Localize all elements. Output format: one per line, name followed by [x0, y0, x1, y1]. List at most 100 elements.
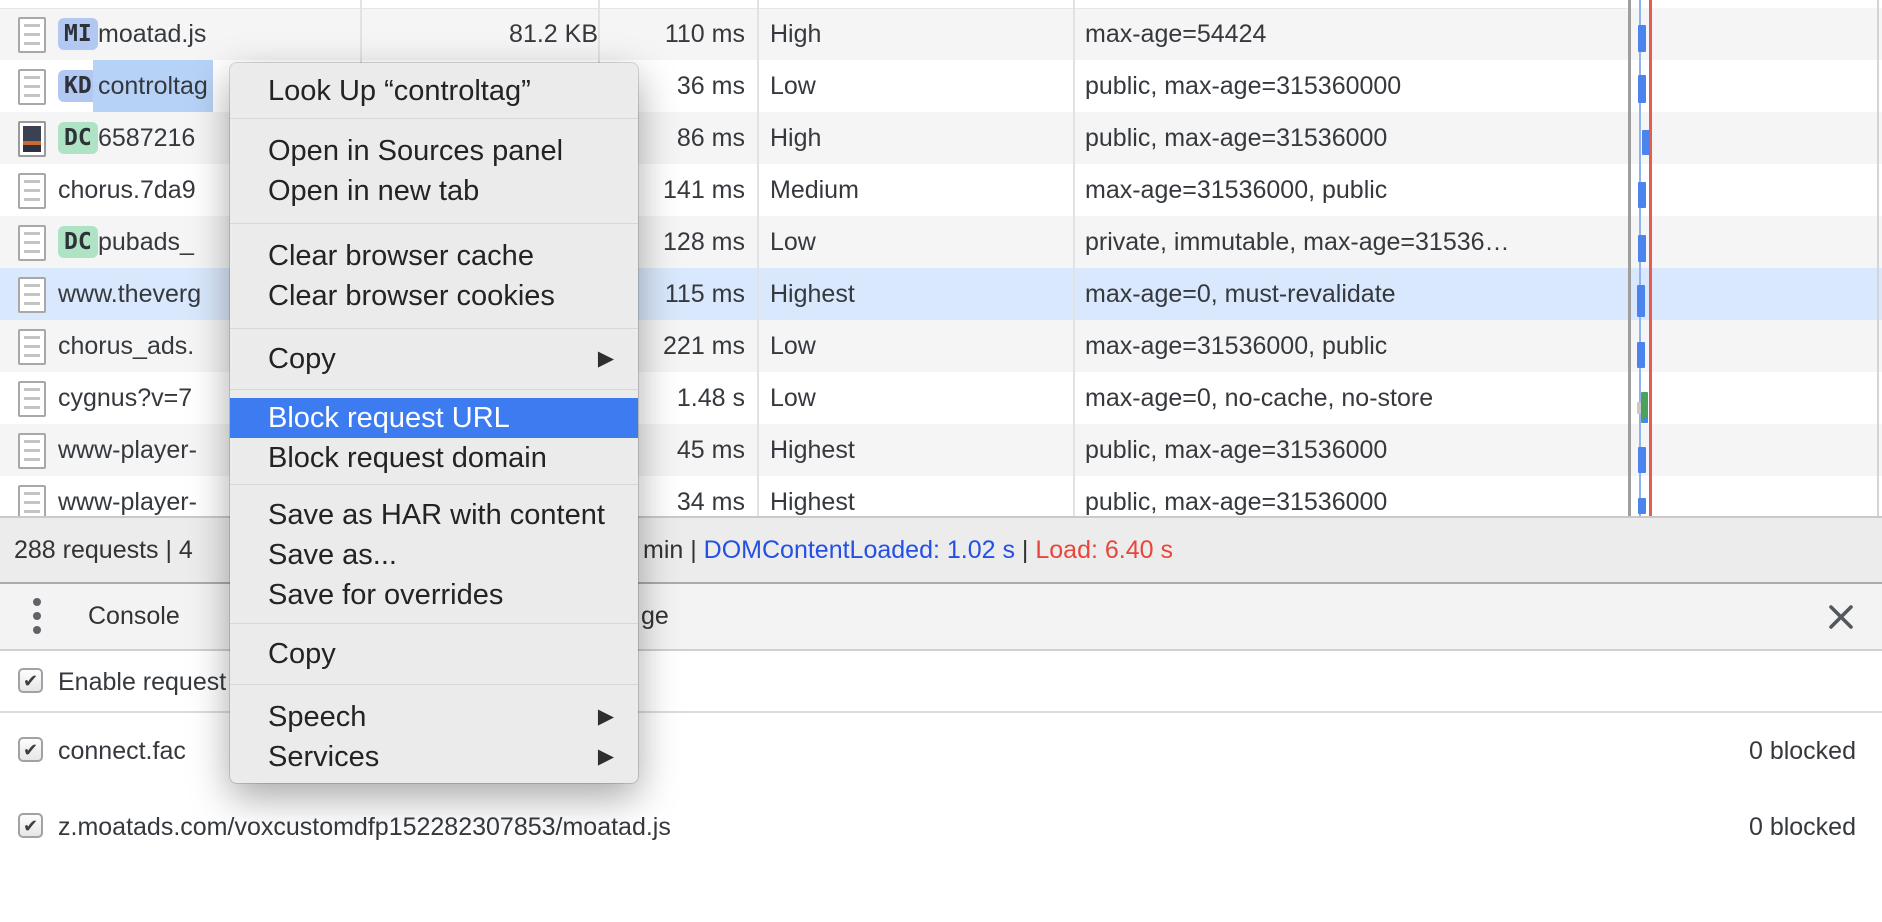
request-name[interactable]: chorus.7da9: [58, 164, 196, 216]
request-cache-control-cell: max-age=54424: [1085, 8, 1625, 60]
image-file-icon: [18, 121, 46, 157]
waterfall-bar[interactable]: [1638, 235, 1646, 262]
waterfall-bar[interactable]: [1638, 25, 1646, 52]
waterfall-bar[interactable]: [1637, 342, 1645, 368]
initiator-badge: KD: [58, 70, 98, 102]
devtools-window: MImoatad.js 81.2 KB110 ms High max-age=5442…: [0, 0, 1882, 922]
menu-item-services[interactable]: Services▶: [230, 737, 638, 777]
initiator-badge: DC: [58, 226, 98, 258]
request-priority-cell: Low: [770, 372, 1070, 424]
script-file-icon: [18, 277, 46, 313]
menu-group: Clear browser cacheClear browser cookies: [230, 224, 638, 329]
tab-console[interactable]: Console: [88, 584, 180, 649]
summary-fragment: min |: [643, 536, 704, 564]
waterfall-bar[interactable]: [1642, 130, 1650, 155]
request-priority-cell: High: [770, 112, 1070, 164]
menu-item-open-in-sources-panel[interactable]: Open in Sources panel: [230, 131, 638, 171]
request-name[interactable]: chorus_ads.: [58, 320, 194, 372]
waterfall-bar[interactable]: [1637, 285, 1645, 317]
request-cache-control-cell: max-age=0, must-revalidate: [1085, 268, 1625, 320]
menu-item-save-for-overrides[interactable]: Save for overrides: [230, 575, 638, 615]
network-request-row[interactable]: MImoatad.js 81.2 KB110 ms High max-age=5442…: [0, 8, 1882, 60]
request-priority-cell: Low: [770, 320, 1070, 372]
close-drawer-button[interactable]: [1824, 600, 1858, 634]
request-name[interactable]: pubads_: [98, 216, 194, 268]
request-name[interactable]: www.theverg: [58, 268, 201, 320]
menu-group: Save as HAR with contentSave as...Save f…: [230, 485, 638, 624]
enable-request-blocking-checkbox[interactable]: ✔: [18, 668, 43, 693]
close-icon: [1824, 600, 1858, 634]
waterfall-bar[interactable]: [1638, 498, 1646, 514]
menu-item-copy[interactable]: Copy▶: [230, 339, 638, 379]
request-priority-cell: High: [770, 8, 1070, 60]
blocked-pattern-row[interactable]: ✔ z.moatads.com/voxcustomdfp152282307853/…: [0, 789, 1882, 865]
menu-item-copy[interactable]: Copy: [230, 634, 638, 674]
request-name[interactable]: cygnus?v=7: [58, 372, 192, 424]
script-file-icon: [18, 225, 46, 261]
request-cache-control-cell: max-age=31536000, public: [1085, 164, 1625, 216]
script-file-icon: [18, 17, 46, 53]
summary-separator: |: [1015, 536, 1035, 564]
context-menu: Look Up “controltag” Open in Sources pane…: [230, 63, 638, 783]
waterfall-bar[interactable]: [1638, 447, 1646, 473]
request-count-summary: 288 requests | 4: [14, 518, 193, 582]
request-size-cell: 81.2 KB: [378, 8, 598, 60]
column-gridline: [757, 0, 759, 516]
request-priority-cell: Low: [770, 216, 1070, 268]
menu-item-block-request-url[interactable]: Block request URL: [230, 398, 638, 438]
request-name[interactable]: www-player-: [58, 476, 197, 516]
domcontentloaded-time: DOMContentLoaded: 1.02 s: [704, 536, 1015, 564]
waterfall-bar[interactable]: [1638, 75, 1646, 103]
tab-partial-label[interactable]: ge: [641, 584, 669, 649]
waterfall-bar[interactable]: [1643, 417, 1648, 423]
menu-item-save-as-har-with-content[interactable]: Save as HAR with content: [230, 495, 638, 535]
load-marker-line: [1649, 0, 1652, 516]
request-cache-control-cell: public, max-age=31536000: [1085, 112, 1625, 164]
menu-item-look-up-controltag[interactable]: Look Up “controltag”: [230, 71, 638, 111]
menu-item-block-request-domain[interactable]: Block request domain: [230, 438, 638, 478]
request-cache-control-cell: max-age=0, no-cache, no-store: [1085, 372, 1625, 424]
request-cache-control-cell: public, max-age=31536000: [1085, 476, 1625, 516]
script-file-icon: [18, 329, 46, 365]
blocked-pattern-text: z.moatads.com/voxcustomdfp152282307853/m…: [58, 789, 671, 865]
request-cache-control-cell: private, immutable, max-age=31536…: [1085, 216, 1625, 268]
waterfall-bar[interactable]: [1638, 182, 1646, 208]
request-time-cell: 110 ms: [598, 8, 745, 60]
request-name[interactable]: moatad.js: [98, 8, 206, 60]
request-priority-cell: Medium: [770, 164, 1070, 216]
load-time: Load: 6.40 s: [1035, 536, 1173, 564]
menu-group: Block request URLBlock request domain: [230, 390, 638, 485]
menu-item-clear-browser-cookies[interactable]: Clear browser cookies: [230, 276, 638, 316]
submenu-arrow-icon: ▶: [598, 697, 614, 737]
pattern-enabled-checkbox[interactable]: ✔: [18, 813, 43, 838]
request-name[interactable]: www-player-: [58, 424, 197, 476]
menu-item-save-as[interactable]: Save as...: [230, 535, 638, 575]
menu-item-speech[interactable]: Speech▶: [230, 697, 638, 737]
request-name[interactable]: controltag: [93, 60, 213, 112]
drawer-menu-kebab-icon[interactable]: [33, 598, 41, 636]
menu-item-clear-browser-cache[interactable]: Clear browser cache: [230, 236, 638, 276]
menu-group: Speech▶Services▶: [230, 685, 638, 783]
initiator-badge: DC: [58, 122, 98, 154]
row-separator: [0, 8, 1627, 9]
request-priority-cell: Highest: [770, 476, 1070, 516]
menu-item-open-in-new-tab[interactable]: Open in new tab: [230, 171, 638, 211]
submenu-arrow-icon: ▶: [598, 737, 614, 777]
request-name[interactable]: 6587216: [98, 112, 195, 164]
request-priority-cell: Low: [770, 60, 1070, 112]
menu-group: Copy: [230, 624, 638, 685]
request-priority-cell: Highest: [770, 424, 1070, 476]
request-cache-control-cell: public, max-age=31536000: [1085, 424, 1625, 476]
script-file-icon: [18, 381, 46, 417]
waterfall-divider[interactable]: [1628, 0, 1631, 516]
request-cache-control-cell: max-age=31536000, public: [1085, 320, 1625, 372]
timing-summary: min | DOMContentLoaded: 1.02 s | Load: 6…: [643, 518, 1173, 582]
menu-group: Copy▶: [230, 329, 638, 390]
initiator-badge: MI: [58, 18, 98, 50]
pattern-enabled-checkbox[interactable]: ✔: [18, 737, 43, 762]
menu-group: Look Up “controltag”: [230, 63, 638, 119]
pane-right-border: [1877, 0, 1879, 516]
column-gridline: [1073, 0, 1075, 516]
menu-group: Open in Sources panelOpen in new tab: [230, 119, 638, 224]
request-priority-cell: Highest: [770, 268, 1070, 320]
